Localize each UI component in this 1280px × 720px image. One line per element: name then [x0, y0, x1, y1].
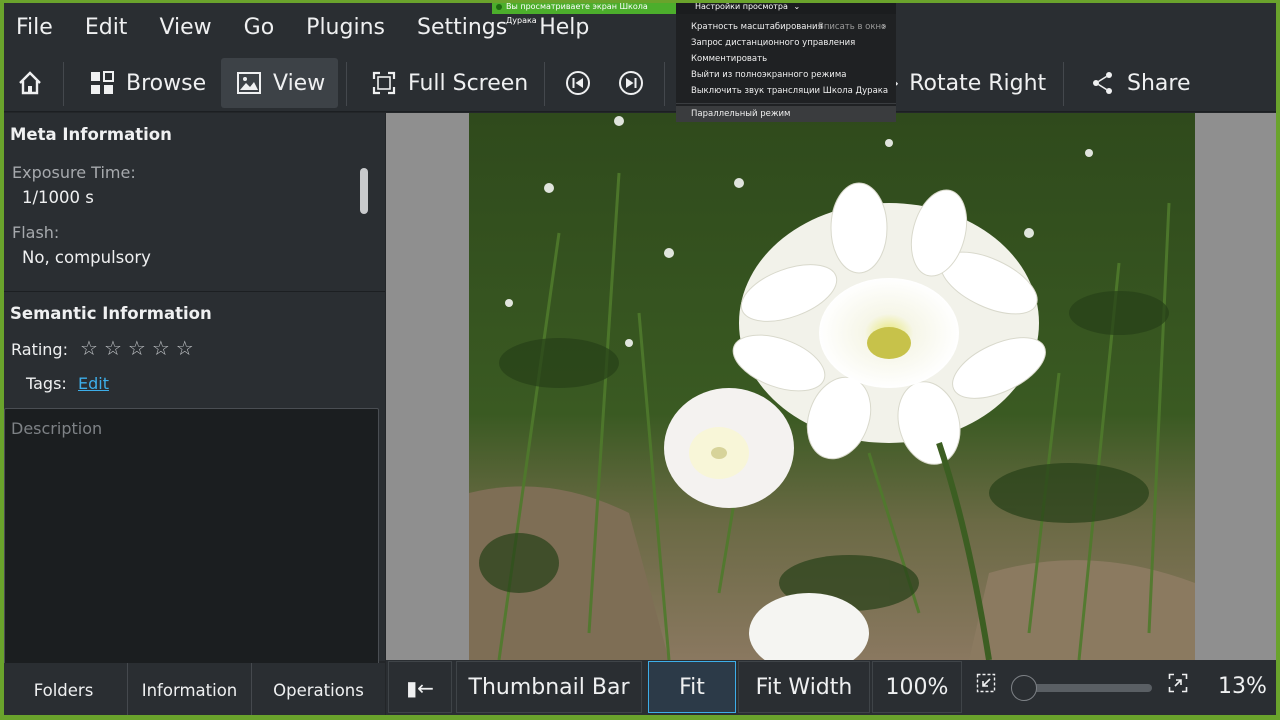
- tab-folders[interactable]: Folders: [0, 663, 128, 715]
- menu-item-zoom-ratio[interactable]: Кратность масштабирования Вписать в окно…: [676, 19, 896, 35]
- view-settings-label: Настройки просмотра: [695, 2, 788, 11]
- collapse-panel-button[interactable]: ▮←: [388, 661, 452, 713]
- description-placeholder: Description: [11, 419, 103, 438]
- rating-stars[interactable]: ☆ ☆ ☆ ☆ ☆: [80, 338, 194, 358]
- star-icon[interactable]: ☆: [80, 338, 98, 358]
- zoom-in-button[interactable]: [1158, 661, 1198, 713]
- menu-item-remote-control[interactable]: Запрос дистанционного управления: [676, 35, 896, 51]
- side-tabs: Folders Information Operations: [0, 663, 385, 715]
- menu-item-mute[interactable]: Выключить звук трансляции Школа Дурака: [676, 83, 896, 99]
- fullscreen-icon: [370, 69, 398, 97]
- share-label: Share: [1127, 70, 1191, 96]
- share-icon: [1089, 69, 1117, 97]
- view-button[interactable]: View: [221, 58, 338, 108]
- exposure-label: Exposure Time:: [12, 163, 136, 182]
- menu-item-sub: Вписать в окно: [818, 22, 887, 32]
- tags-edit-link[interactable]: Edit: [78, 374, 109, 393]
- menu-separator: [676, 103, 896, 104]
- fit-button[interactable]: Fit: [648, 661, 736, 713]
- share-button[interactable]: Share: [1075, 58, 1205, 108]
- chevron-down-icon: ⌄: [793, 2, 801, 11]
- flash-label: Flash:: [12, 223, 60, 242]
- zoom-out-button[interactable]: [966, 661, 1006, 713]
- meta-scrollbar[interactable]: [360, 168, 368, 214]
- star-icon[interactable]: ☆: [176, 338, 194, 358]
- zoom-slider-track[interactable]: [1022, 684, 1152, 692]
- fit-width-button[interactable]: Fit Width: [738, 661, 870, 713]
- menu-view[interactable]: View: [143, 0, 227, 56]
- skip-previous-icon: [564, 69, 592, 97]
- rotate-right-button[interactable]: › Rotate Right: [878, 58, 1060, 108]
- menu-go[interactable]: Go: [228, 0, 291, 56]
- share-status-icon: [496, 4, 502, 10]
- chevron-right-icon: ›: [882, 22, 886, 32]
- info-panel: Meta Information Exposure Time: 1/1000 s…: [0, 113, 385, 665]
- exposure-value: 1/1000 s: [22, 188, 94, 207]
- next-button[interactable]: [603, 58, 659, 108]
- viewer-bottom-bar: ▮← Thumbnail Bar Fit Fit Width 100% 13%: [386, 660, 1280, 715]
- menu-file[interactable]: File: [16, 0, 69, 56]
- menu-item-exit-fullscreen[interactable]: Выйти из полноэкранного режима: [676, 67, 896, 83]
- view-settings-menu: Кратность масштабирования Вписать в окно…: [676, 14, 896, 122]
- image-icon: [235, 69, 263, 97]
- menu-plugins[interactable]: Plugins: [290, 0, 401, 56]
- panel-divider: [0, 291, 385, 292]
- home-button[interactable]: [2, 58, 58, 108]
- zoom-100-button[interactable]: 100%: [872, 661, 962, 713]
- view-settings-button[interactable]: Настройки просмотра ⌄: [676, 0, 896, 14]
- thumbnail-bar-button[interactable]: Thumbnail Bar: [456, 661, 642, 713]
- home-icon: [16, 69, 44, 97]
- toolbar-separator: [346, 62, 347, 106]
- tab-operations[interactable]: Operations: [252, 663, 385, 715]
- zoom-slider-handle[interactable]: [1011, 675, 1037, 701]
- zoom-level: 13%: [1218, 674, 1267, 699]
- skip-next-icon: [617, 69, 645, 97]
- fullscreen-button[interactable]: Full Screen: [356, 58, 542, 108]
- flash-value: No, compulsory: [22, 248, 151, 267]
- main-toolbar: Browse View Full Screen › Rotate Right S…: [0, 56, 1280, 112]
- tab-information[interactable]: Information: [128, 663, 252, 715]
- browse-label: Browse: [126, 70, 207, 96]
- star-icon[interactable]: ☆: [104, 338, 122, 358]
- menu-item-annotate[interactable]: Комментировать: [676, 51, 896, 67]
- previous-button[interactable]: [550, 58, 606, 108]
- star-icon[interactable]: ☆: [128, 338, 146, 358]
- menu-item-side-by-side[interactable]: Параллельный режим: [676, 106, 896, 122]
- fullscreen-label: Full Screen: [408, 70, 529, 96]
- description-field[interactable]: Description: [4, 408, 379, 665]
- menu-item-label: Кратность масштабирования: [691, 22, 823, 32]
- view-label: View: [273, 70, 326, 96]
- toolbar-separator: [544, 62, 545, 106]
- menu-edit[interactable]: Edit: [69, 0, 144, 56]
- toolbar-separator: [63, 62, 64, 106]
- zoom-out-icon: [976, 673, 996, 699]
- star-icon[interactable]: ☆: [152, 338, 170, 358]
- tags-label: Tags:: [26, 374, 67, 393]
- browse-button[interactable]: Browse: [74, 58, 220, 108]
- grid-icon: [88, 69, 116, 97]
- rotate-right-label: Rotate Right: [909, 70, 1047, 96]
- collapse-left-icon: ▮←: [406, 676, 434, 700]
- image-viewer[interactable]: [386, 113, 1280, 660]
- photo-dahlia: [469, 113, 1195, 660]
- toolbar-separator: [1063, 62, 1064, 106]
- screen-share-banner: Вы просматриваете экран Школа Дурака: [492, 0, 676, 25]
- zoom-in-icon: [1168, 673, 1188, 699]
- rating-label: Rating:: [11, 340, 68, 359]
- toolbar-separator: [664, 62, 665, 106]
- meta-info-title: Meta Information: [10, 125, 172, 144]
- semantic-info-title: Semantic Information: [10, 304, 212, 323]
